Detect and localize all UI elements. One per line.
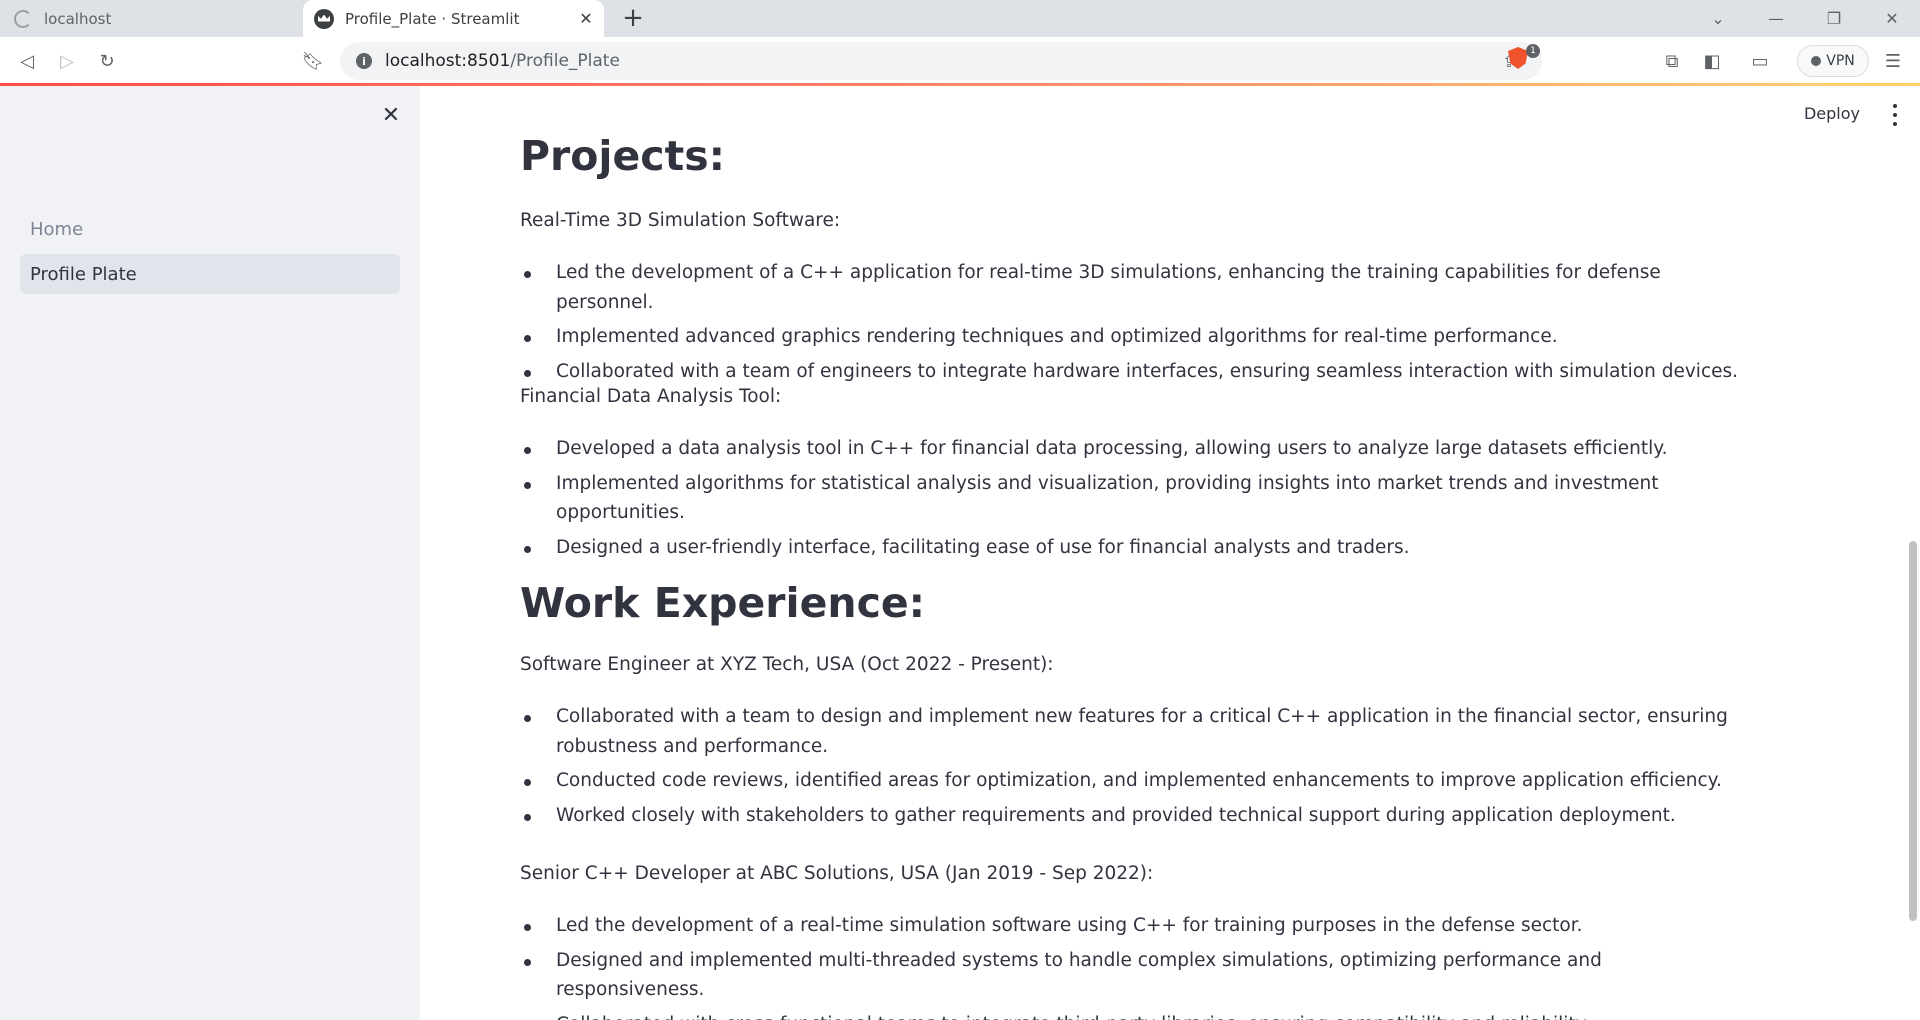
main-menu-icon[interactable]: [1888, 104, 1902, 126]
shields-count-badge: 1: [1526, 44, 1540, 58]
project-title: Financial Data Analysis Tool:: [520, 386, 782, 407]
browser-toolbar: ◁ ▷ ↻ 🔖︎ i localhost:8501/Profile_Plate …: [0, 37, 1920, 85]
sidebar-item-label: Home: [30, 218, 84, 240]
deploy-button[interactable]: Deploy: [1804, 104, 1860, 123]
project-bullet-list: Led the development of a C++ application…: [520, 258, 1750, 391]
vpn-button[interactable]: VPN: [1797, 45, 1869, 77]
projects-heading: Projects:: [520, 132, 725, 180]
brave-shields-icon[interactable]: 1: [1508, 44, 1540, 73]
minimize-icon[interactable]: —: [1748, 0, 1804, 37]
streamlit-favicon-icon: [314, 8, 334, 29]
list-item: Designed and implemented multi-threaded …: [520, 946, 1750, 1005]
main-content: Projects: Real-Time 3D Simulation Softwa…: [520, 86, 1750, 1020]
project-bullet-list: Developed a data analysis tool in C++ fo…: [520, 434, 1750, 567]
new-tab-icon[interactable]: +: [618, 3, 648, 33]
sidebar-item-home[interactable]: Home: [20, 209, 400, 249]
list-item: Developed a data analysis tool in C++ fo…: [520, 434, 1750, 464]
job-bullet-list: Collaborated with a team to design and i…: [520, 702, 1750, 835]
tab-close-icon[interactable]: ✕: [572, 5, 600, 33]
forward-icon[interactable]: ▷: [52, 46, 82, 76]
tab-title: Profile_Plate · Streamlit: [345, 9, 520, 28]
loading-spinner-icon: [14, 9, 32, 28]
list-item: Collaborated with a team to design and i…: [520, 702, 1750, 761]
sidebar-toggle-icon[interactable]: ◧: [1697, 46, 1727, 76]
list-item: Implemented algorithms for statistical a…: [520, 469, 1750, 528]
bookmark-icon[interactable]: 🔖︎: [298, 46, 328, 76]
tab-localhost[interactable]: localhost: [0, 0, 303, 37]
vpn-status-icon: [1811, 56, 1822, 66]
url-text: localhost:8501/Profile_Plate: [385, 51, 620, 71]
job-title: Senior C++ Developer at ABC Solutions, U…: [520, 863, 1154, 884]
scrollbar[interactable]: [1906, 86, 1920, 1020]
restore-icon[interactable]: ❐: [1806, 0, 1862, 37]
app-header: Deploy: [1720, 100, 1920, 130]
sidebar-item-profile-plate[interactable]: Profile Plate: [20, 254, 400, 294]
project-title: Real-Time 3D Simulation Software:: [520, 210, 841, 231]
list-item: Collaborated with cross-functional teams…: [520, 1010, 1750, 1020]
tab-strip: localhost Profile_Plate · Streamlit ✕ + …: [0, 0, 1920, 37]
address-bar[interactable]: i localhost:8501/Profile_Plate ⇪: [340, 42, 1542, 80]
list-item: Led the development of a C++ application…: [520, 258, 1750, 317]
site-info-icon[interactable]: i: [356, 53, 372, 69]
list-item: Led the development of a real-time simul…: [520, 911, 1750, 941]
tab-title: localhost: [44, 9, 112, 28]
list-item: Implemented advanced graphics rendering …: [520, 322, 1750, 352]
close-sidebar-icon[interactable]: ✕: [378, 102, 404, 128]
wallet-icon[interactable]: ▭: [1745, 46, 1775, 76]
vpn-label: VPN: [1826, 53, 1855, 69]
list-item: Worked closely with stakeholders to gath…: [520, 801, 1750, 831]
list-item: Designed a user-friendly interface, faci…: [520, 533, 1750, 563]
tab-search-chevron-icon[interactable]: ⌄: [1690, 0, 1746, 37]
back-icon[interactable]: ◁: [12, 46, 42, 76]
tab-profile-plate[interactable]: Profile_Plate · Streamlit ✕: [303, 0, 604, 37]
list-item: Conducted code reviews, identified areas…: [520, 766, 1750, 796]
work-experience-heading: Work Experience:: [520, 579, 926, 627]
extensions-icon[interactable]: ⧉: [1657, 46, 1687, 76]
sidebar: ✕ Home Profile Plate: [0, 86, 420, 1020]
job-bullet-list: Led the development of a real-time simul…: [520, 911, 1750, 1020]
menu-icon[interactable]: ☰: [1878, 46, 1908, 76]
job-title: Software Engineer at XYZ Tech, USA (Oct …: [520, 654, 1054, 675]
sidebar-item-label: Profile Plate: [30, 263, 137, 285]
window-close-icon[interactable]: ✕: [1864, 0, 1920, 37]
reload-icon[interactable]: ↻: [92, 46, 122, 76]
scrollbar-thumb[interactable]: [1909, 541, 1917, 921]
